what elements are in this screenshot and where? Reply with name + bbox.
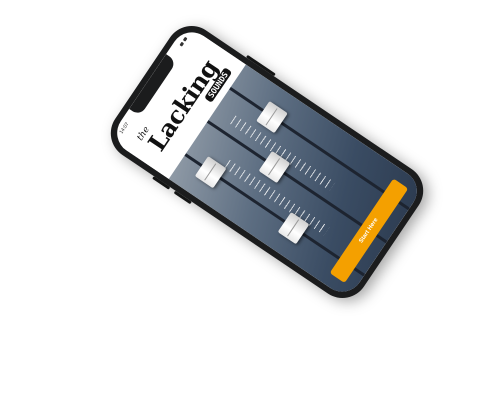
battery-icon: [182, 36, 188, 42]
mockup-stage: 14:07 the Lacking SOUNDS Start Here: [0, 0, 500, 400]
status-icons: [179, 36, 188, 47]
fader-knob: [194, 156, 227, 189]
signal-icon: [179, 41, 184, 47]
fader-knob: [256, 100, 288, 134]
fader-track: [229, 86, 410, 211]
app-screen: 14:07 the Lacking SOUNDS Start Here: [109, 24, 425, 300]
phone-mockup: 14:07 the Lacking SOUNDS Start Here: [100, 15, 434, 309]
start-here-button[interactable]: Start Here: [329, 178, 409, 284]
status-time: 14:07: [118, 121, 131, 136]
